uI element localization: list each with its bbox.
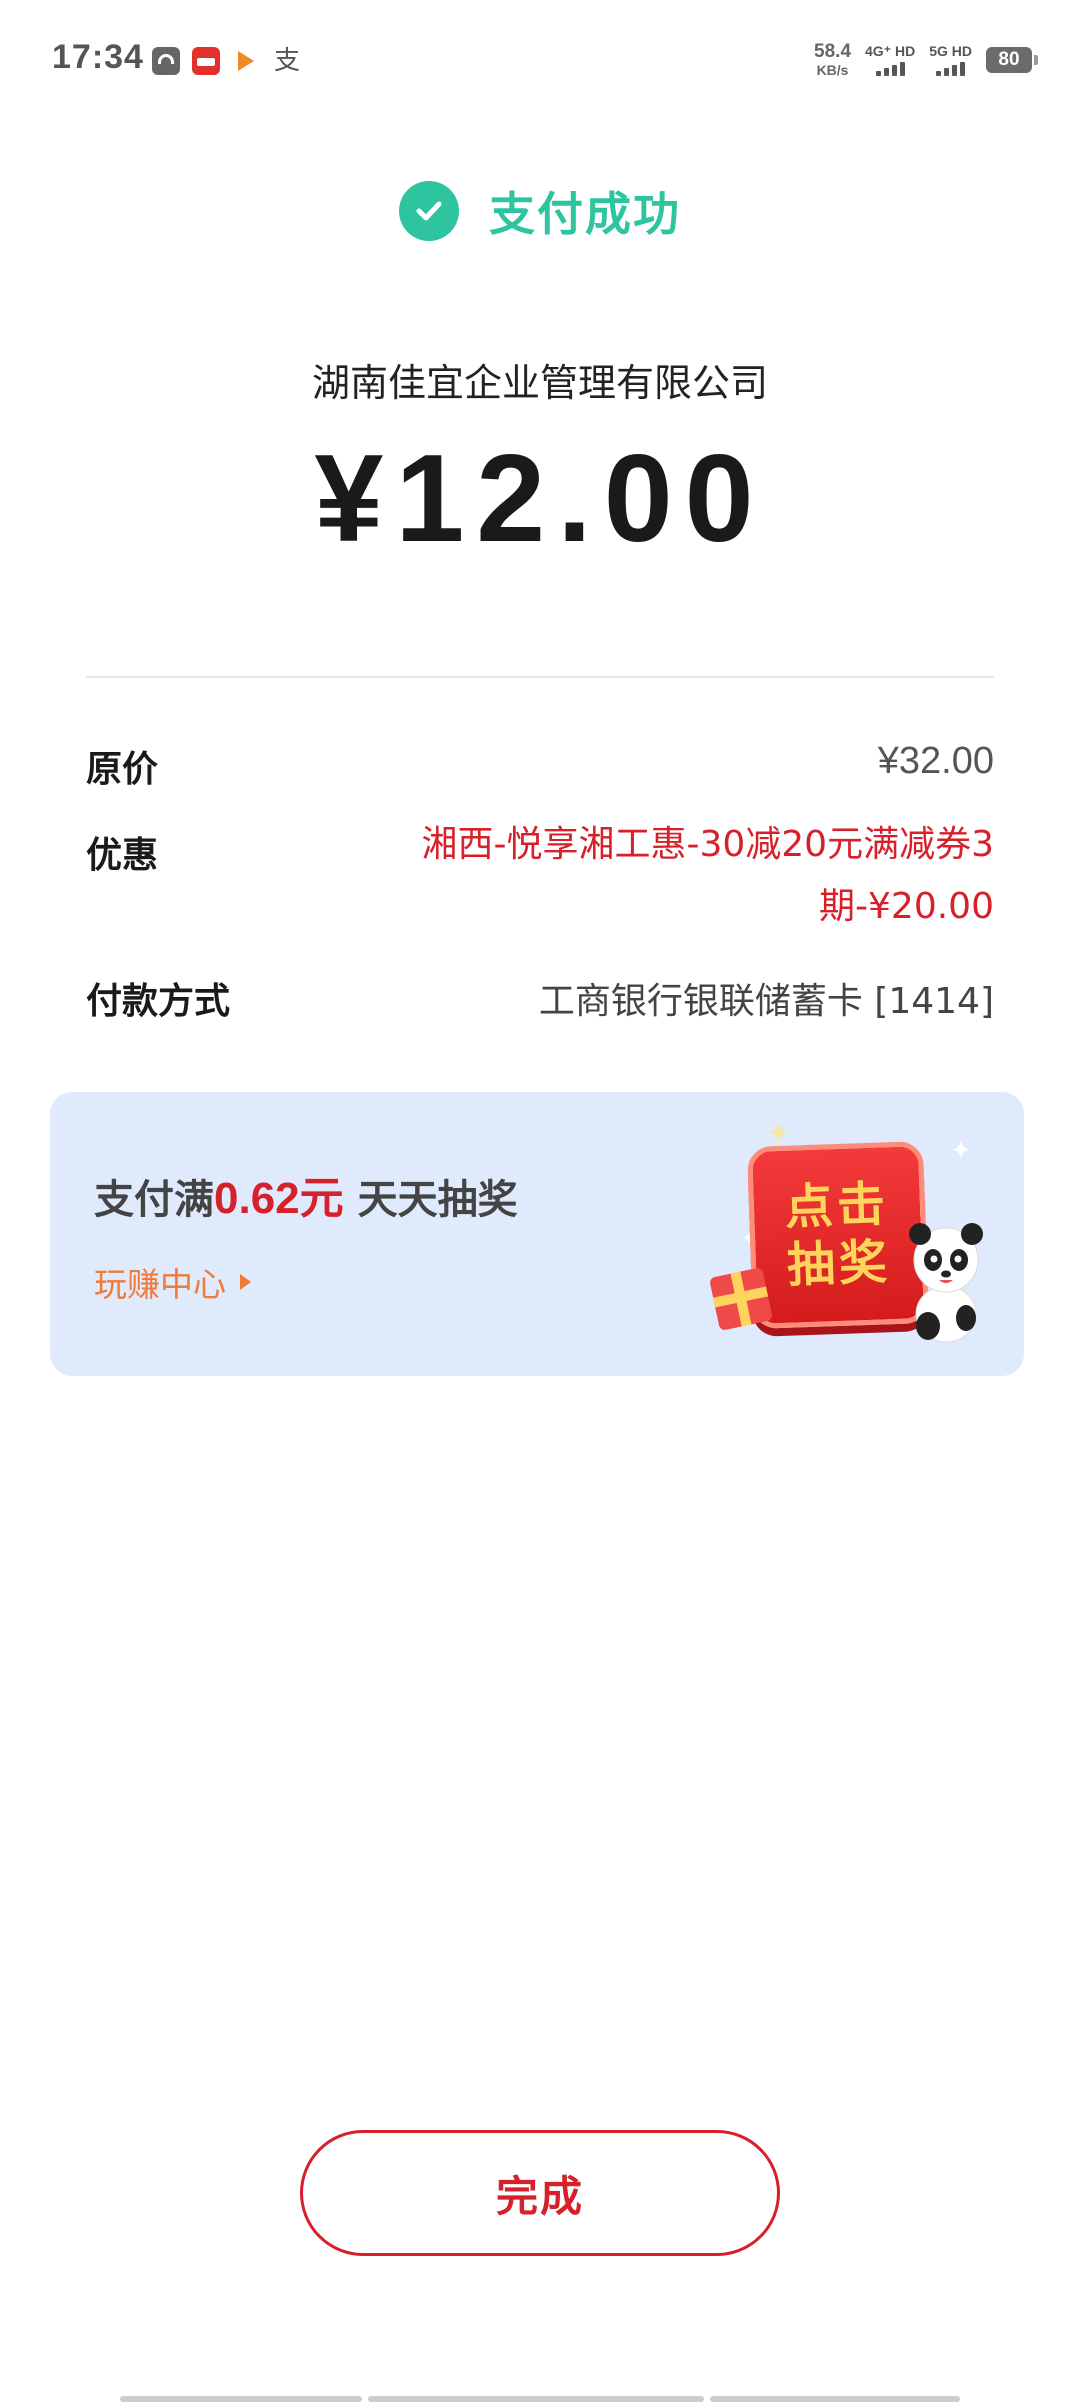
check-circle-icon	[399, 181, 459, 241]
success-title: 支付成功	[489, 187, 681, 241]
lottery-banner[interactable]: 支付满0.62元 天天抽奖 玩赚中心 ✦ ✦ ✦ 点击 抽奖	[50, 1092, 1024, 1376]
status-time: 17:34	[52, 38, 144, 76]
promo-amount: 0.62元	[214, 1174, 344, 1223]
promo-suffix: 天天抽奖	[343, 1177, 518, 1223]
original-price-label: 原价	[86, 749, 159, 790]
discount-row: 优惠 湘西-悦享湘工惠-30减20元满减券3期-¥20.00	[86, 824, 994, 938]
zhi-icon: 支	[273, 46, 300, 76]
notification-icons: 支	[152, 46, 302, 76]
sim1-label: 4G⁺ HD	[865, 42, 916, 59]
panda-mascot-icon	[909, 1223, 983, 1343]
signal-bars-icon	[936, 61, 966, 76]
status-indicators: 58.4 KB/s 4G⁺ HD 5G HD 80	[814, 42, 1038, 77]
status-bar: 17:34 支 58.4 KB/s 4G⁺ HD 5G HD 80	[0, 0, 1080, 130]
done-button[interactable]: 完成	[300, 2130, 780, 2256]
payment-method-label: 付款方式	[86, 981, 231, 1022]
red-app-icon	[192, 47, 220, 75]
sim1-signal: 4G⁺ HD	[865, 44, 915, 76]
network-speed: 58.4 KB/s	[814, 42, 851, 77]
sim2-signal: 5G HD	[929, 44, 972, 76]
gift-box-icon	[708, 1266, 774, 1332]
discount-label: 优惠	[86, 835, 159, 876]
signal-bars-icon	[875, 61, 905, 76]
play-arrow-icon	[238, 51, 254, 71]
original-price-value: ¥32.00	[877, 740, 994, 782]
navigation-gesture-bar	[120, 2396, 960, 2402]
payment-amount: ¥12.00	[314, 430, 766, 568]
network-speed-value: 58.4	[814, 41, 852, 62]
payment-method-row: 付款方式 工商银行银联储蓄卡 [1414]	[86, 972, 994, 1024]
arrow-right-icon	[240, 1274, 251, 1290]
promo-prefix: 支付满	[94, 1177, 214, 1223]
payment-success-header: 支付成功	[0, 178, 1080, 244]
sparkle-icon: ✦	[950, 1136, 972, 1166]
battery-icon: 80	[986, 46, 1038, 73]
play-earn-center-link[interactable]: 玩赚中心	[94, 1258, 251, 1306]
payment-method-value: 工商银行银联储蓄卡 [1414]	[538, 981, 994, 1022]
original-price-row: 原价 ¥32.00	[86, 740, 994, 792]
play-earn-center-label: 玩赚中心	[94, 1265, 226, 1304]
merchant-name: 湖南佳宜企业管理有限公司	[311, 361, 768, 405]
discount-value: 湘西-悦享湘工惠-30减20元满减券3期-¥20.00	[421, 824, 994, 927]
lottery-promo-text: 支付满0.62元 天天抽奖	[94, 1162, 518, 1226]
wifi-app-icon	[152, 47, 180, 75]
network-speed-unit: KB/s	[816, 62, 849, 78]
draw-lottery-line1: 点击	[784, 1176, 890, 1236]
sim2-label: 5G HD	[929, 42, 972, 59]
divider	[86, 676, 994, 678]
draw-lottery-line2: 抽奖	[786, 1234, 892, 1294]
